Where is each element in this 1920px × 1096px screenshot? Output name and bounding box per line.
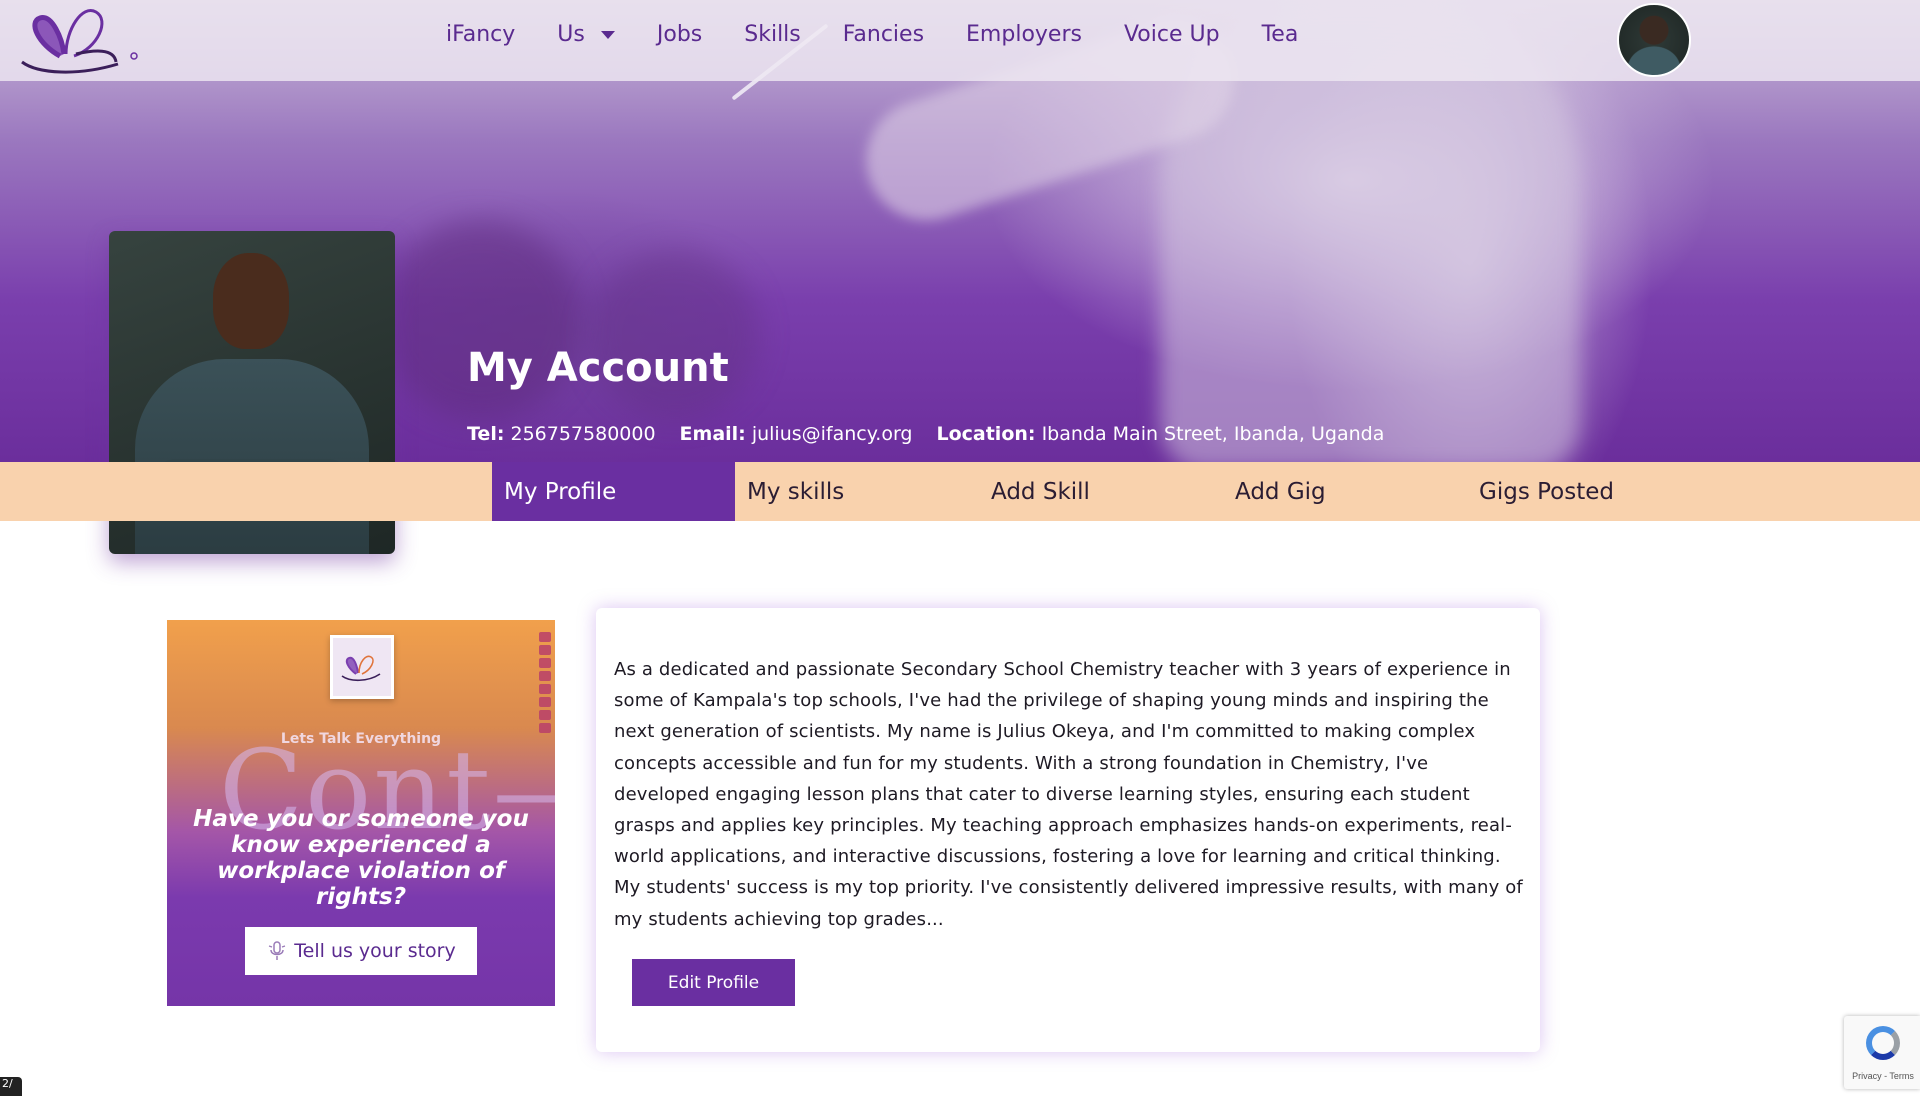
nav-item-skills[interactable]: Skills — [744, 22, 801, 47]
nav-item-voice-up[interactable]: Voice Up — [1124, 22, 1220, 47]
tab-label: Add Gig — [1235, 478, 1326, 505]
nav-item-label: iFancy — [446, 22, 516, 47]
profile-photo-shirt — [135, 359, 369, 554]
voice-up-promo-card: Cont— Lets Talk Everything Have you or s… — [167, 620, 555, 1006]
main-menu: iFancy Us Jobs Skills Fancies Employers … — [446, 22, 1340, 47]
nav-item-label: Tea — [1261, 22, 1299, 47]
tab-add-gig[interactable]: Add Gig — [1223, 462, 1466, 521]
tell-story-button[interactable]: Tell us your story — [245, 927, 477, 975]
edit-profile-label: Edit Profile — [667, 972, 760, 993]
location-label: Location: — [936, 423, 1036, 445]
promo-side-decoration — [539, 632, 551, 736]
top-navigation: iFancy Us Jobs Skills Fancies Employers … — [0, 0, 1920, 81]
contact-location: Location: Ibanda Main Street, Ibanda, Ug… — [936, 423, 1384, 445]
email-label: Email: — [679, 423, 746, 445]
nav-item-label: Jobs — [656, 22, 703, 47]
ifancy-logo[interactable] — [18, 4, 140, 76]
email-value: julius@ifancy.org — [751, 423, 913, 445]
edit-profile-button[interactable]: Edit Profile — [632, 959, 795, 1006]
profile-bio-card: As a dedicated and passionate Secondary … — [596, 608, 1540, 1052]
nav-item-jobs[interactable]: Jobs — [657, 22, 702, 47]
page-title: My Account — [467, 345, 729, 391]
tel-label: Tel: — [467, 423, 505, 445]
microphone-icon — [269, 941, 286, 960]
nav-item-label: Voice Up — [1123, 22, 1220, 47]
nav-item-label: Fancies — [842, 22, 925, 47]
recaptcha-icon — [1866, 1026, 1900, 1060]
tab-label: My Profile — [504, 478, 617, 505]
tel-value: 256757580000 — [510, 423, 656, 445]
recaptcha-badge[interactable]: Privacy - Terms — [1844, 1016, 1920, 1089]
tab-label: My skills — [747, 478, 845, 505]
nav-item-ifancy[interactable]: iFancy — [446, 22, 515, 47]
tab-my-profile[interactable]: My Profile — [492, 462, 735, 521]
contact-info: Tel: 256757580000 Email: julius@ifancy.o… — [467, 423, 1408, 445]
tab-label: Add Skill — [991, 478, 1090, 505]
profile-bio-text: As a dedicated and passionate Secondary … — [614, 659, 1523, 930]
nav-item-fancies[interactable]: Fancies — [843, 22, 924, 47]
tab-label: Gigs Posted — [1479, 478, 1614, 505]
contact-email: Email: julius@ifancy.org — [680, 423, 913, 445]
caret-down-icon — [600, 30, 615, 39]
hero-background-student — [590, 250, 760, 420]
nav-item-employers[interactable]: Employers — [966, 22, 1082, 47]
user-avatar-icon[interactable] — [1617, 3, 1691, 77]
nav-item-label: Us — [557, 22, 585, 47]
tab-gigs-posted[interactable]: Gigs Posted — [1467, 462, 1710, 521]
nav-item-label: Skills — [744, 22, 801, 47]
promo-question: Have you or someone you know experienced… — [193, 806, 529, 910]
nav-item-label: Employers — [966, 22, 1082, 47]
nav-item-us[interactable]: Us — [557, 22, 615, 47]
promo-tagline: Lets Talk Everything — [280, 731, 442, 747]
contact-tel: Tel: 256757580000 — [467, 423, 656, 445]
nav-item-tea[interactable]: Tea — [1262, 22, 1299, 47]
tab-my-skills[interactable]: My skills — [735, 462, 978, 521]
profile-photo-face — [213, 253, 289, 349]
tab-add-skill[interactable]: Add Skill — [979, 462, 1222, 521]
recaptcha-links[interactable]: Privacy - Terms — [1848, 1071, 1918, 1081]
location-value: Ibanda Main Street, Ibanda, Uganda — [1041, 423, 1385, 445]
tell-story-label: Tell us your story — [294, 940, 456, 962]
corner-badge: 2/ — [0, 1077, 22, 1096]
ifancy-logo — [330, 635, 394, 699]
